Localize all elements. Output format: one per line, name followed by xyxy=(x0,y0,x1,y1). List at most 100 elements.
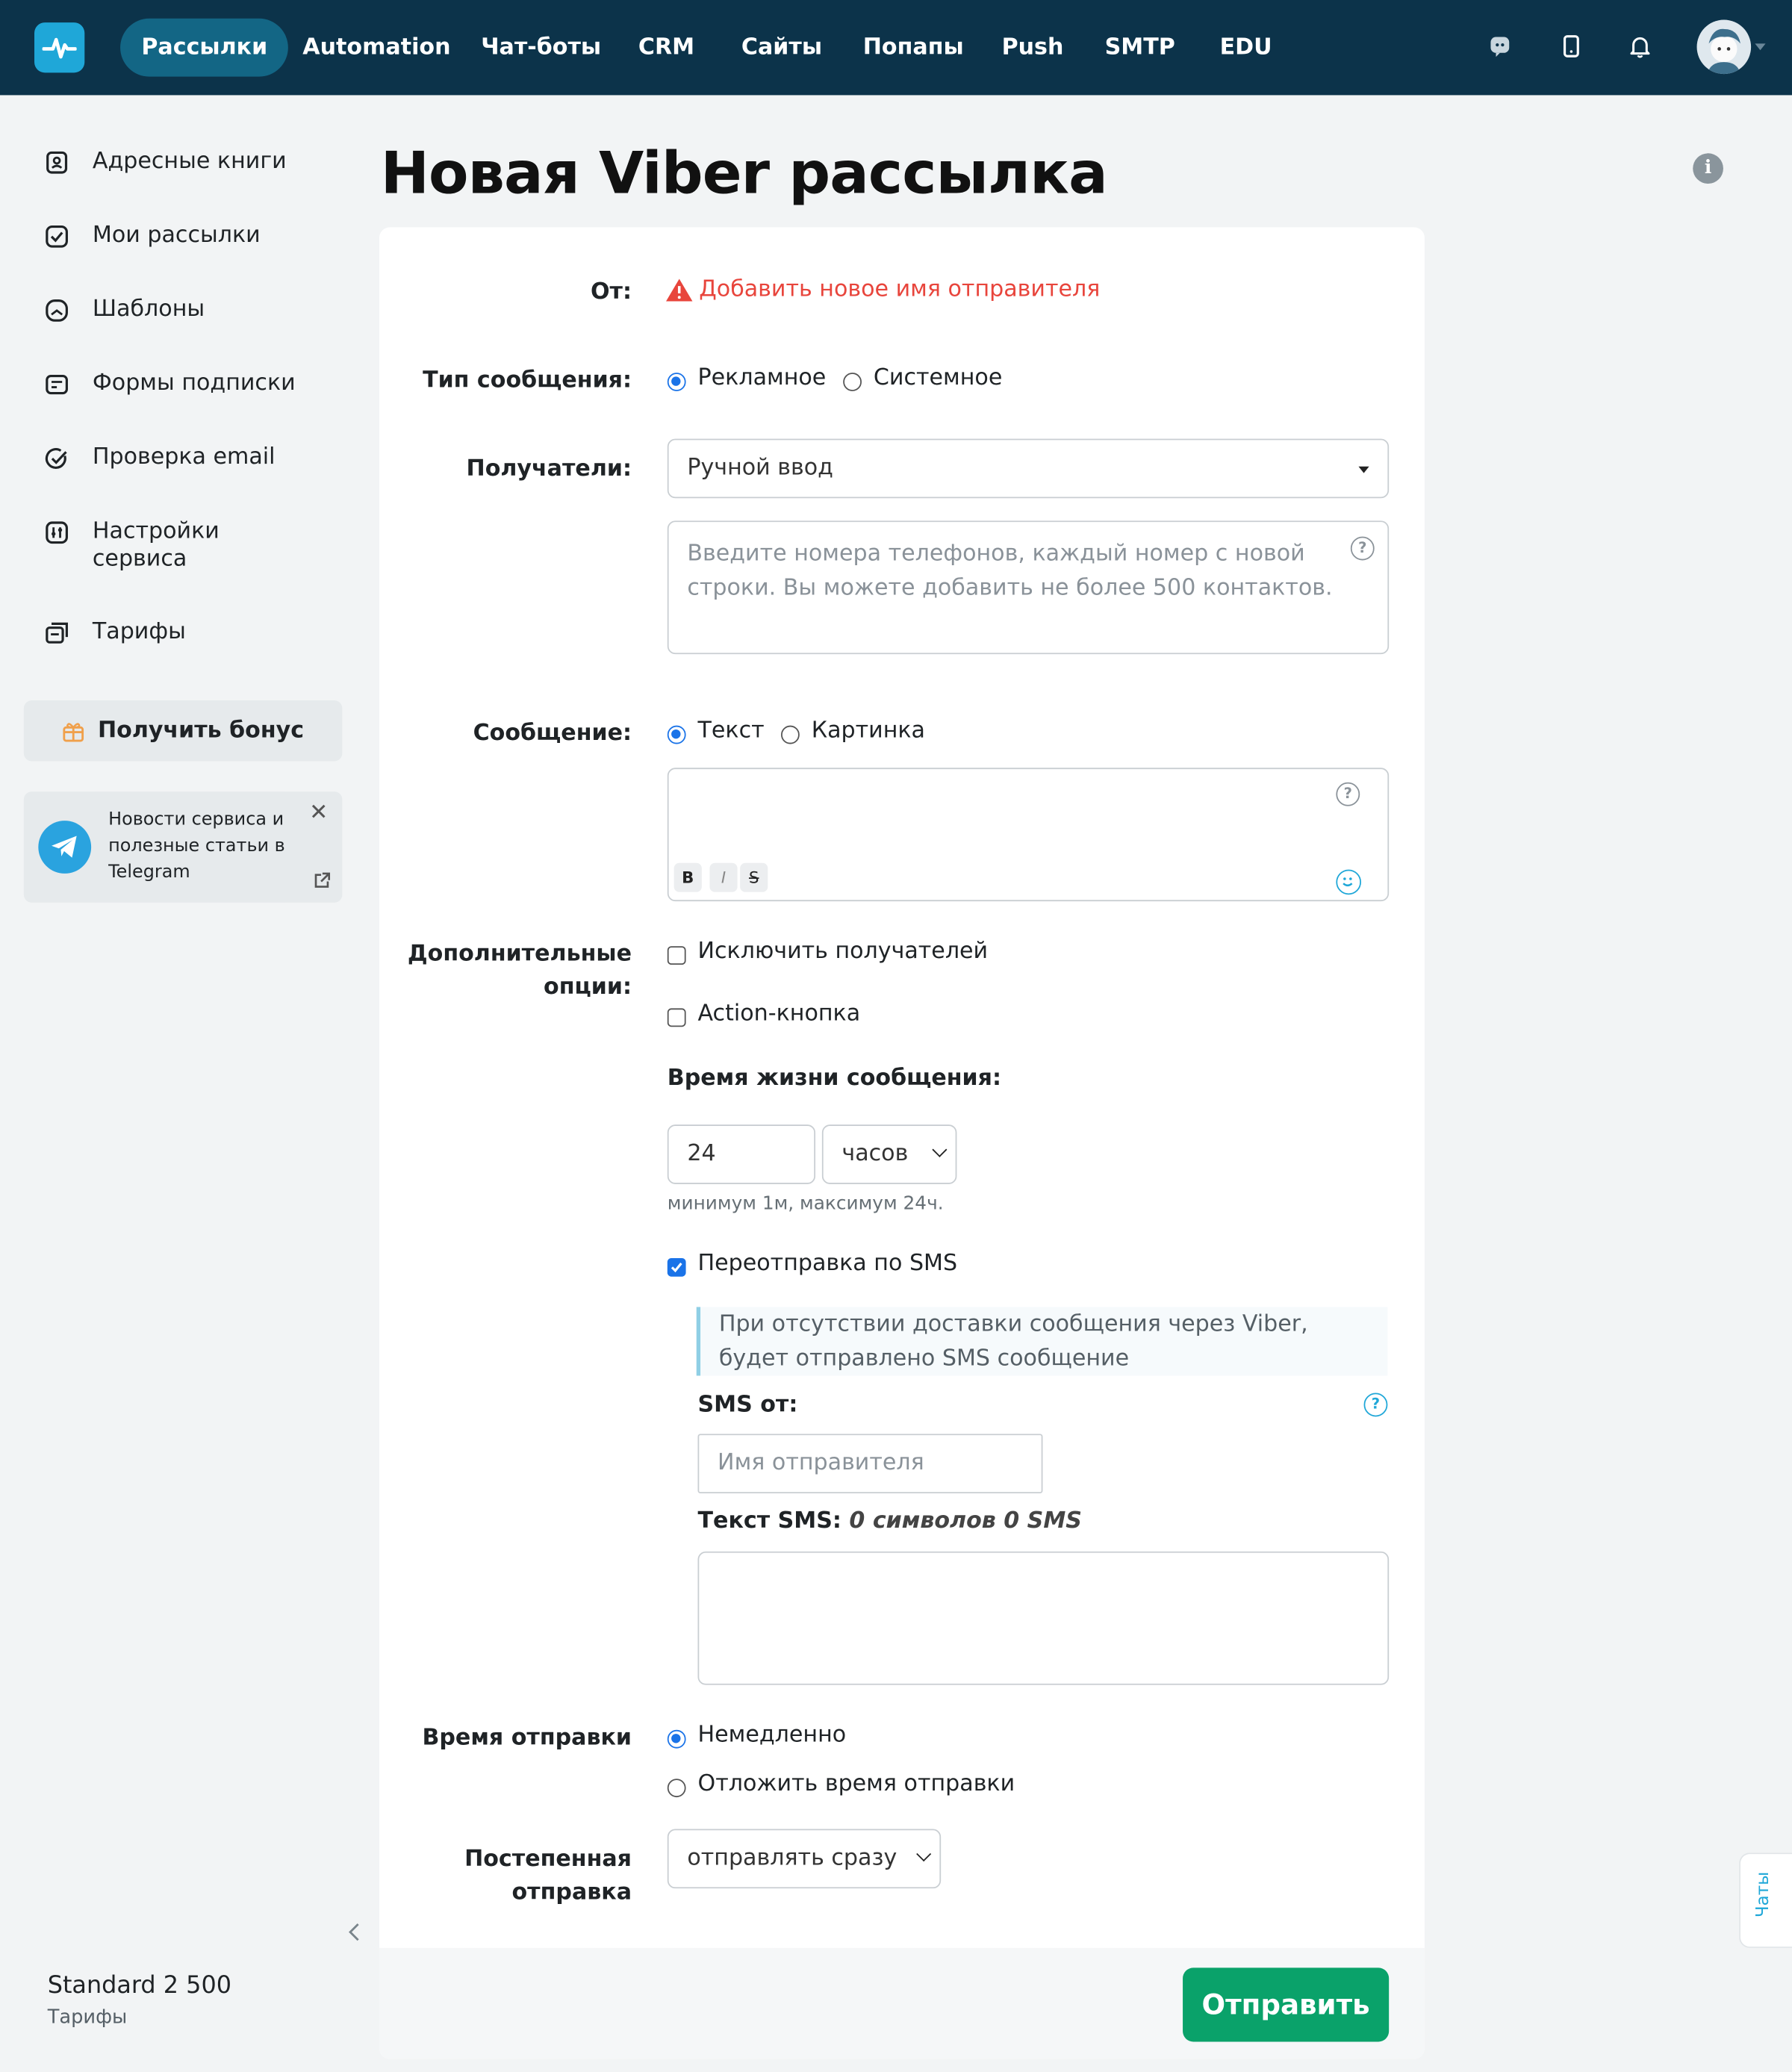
sidebar-item-forms[interactable]: Формы подписки xyxy=(45,370,296,398)
sms-textarea[interactable] xyxy=(697,1551,1390,1685)
send-later-radio[interactable] xyxy=(667,1779,686,1798)
message-text-radio[interactable] xyxy=(667,725,686,744)
exclude-recipients-label[interactable]: Исключить получателей xyxy=(698,939,989,965)
emoji-icon[interactable] xyxy=(1336,869,1361,895)
info-icon[interactable]: i xyxy=(1693,153,1723,184)
send-now-label[interactable]: Немедленно xyxy=(698,1722,847,1748)
recipients-label: Получатели: xyxy=(466,455,632,483)
chevron-down-icon xyxy=(916,1847,932,1862)
ttl-hint: минимум 1м, максимум 24ч. xyxy=(667,1193,944,1215)
nav-smtp[interactable]: SMTP xyxy=(1105,19,1175,77)
recipients-select[interactable]: Ручной ввод xyxy=(667,438,1390,499)
italic-button[interactable]: I xyxy=(709,862,738,892)
email-check-icon xyxy=(45,448,67,469)
resend-note-text: При отсутствии доставки сообщения через … xyxy=(718,1310,1308,1372)
nav-automation[interactable]: Automation xyxy=(302,19,450,77)
chats-tab-label: Чаты xyxy=(1753,1871,1774,1918)
bell-icon[interactable] xyxy=(1625,31,1655,60)
collapse-sidebar-icon[interactable] xyxy=(346,1920,365,1944)
action-button-label[interactable]: Action-кнопка xyxy=(698,1001,861,1027)
get-bonus-button[interactable]: Получить бонус xyxy=(23,700,343,762)
chevron-down-icon[interactable] xyxy=(1755,43,1766,51)
settings-icon xyxy=(46,521,68,544)
phones-textarea[interactable]: Введите номера телефонов, каждый номер с… xyxy=(667,520,1390,655)
close-icon[interactable]: ✕ xyxy=(309,800,328,826)
extra-options-label: Дополнительные опции: xyxy=(407,941,632,1001)
page-title: Новая Viber рассылка xyxy=(380,140,1108,208)
ttl-unit-select[interactable]: часов xyxy=(821,1124,957,1184)
from-warning-text: Добавить новое имя отправителя xyxy=(699,276,1101,303)
help-icon[interactable]: ? xyxy=(1363,1393,1388,1417)
warning-icon xyxy=(666,278,693,301)
bonus-label: Получить бонус xyxy=(97,718,305,744)
type-system-label[interactable]: Системное xyxy=(874,364,1002,391)
sidebar-item-address-books[interactable]: Адресные книги xyxy=(45,148,287,175)
tariffs-icon xyxy=(46,622,68,644)
gradual-send-value: отправлять сразу xyxy=(687,1844,897,1872)
message-image-label[interactable]: Картинка xyxy=(812,718,925,744)
sms-sender-input[interactable]: Имя отправителя xyxy=(697,1434,1043,1493)
telegram-icon xyxy=(38,821,92,874)
ttl-input[interactable]: 24 xyxy=(667,1124,816,1184)
message-image-radio[interactable] xyxy=(781,725,800,744)
exclude-recipients-checkbox[interactable] xyxy=(667,946,686,965)
nav-popups[interactable]: Попапы xyxy=(863,19,964,77)
type-advertising-radio[interactable] xyxy=(667,373,686,391)
sidebar-item-settings[interactable]: Настройки сервиса xyxy=(45,518,251,573)
resend-sms-label[interactable]: Переотправка по SMS xyxy=(698,1250,958,1276)
resend-sms-checkbox[interactable] xyxy=(667,1257,686,1277)
sidebar-item-tariffs[interactable]: Тарифы xyxy=(45,618,186,646)
sidebar-item-label: Формы подписки xyxy=(92,370,296,396)
plan-name: Standard 2 500 xyxy=(47,1971,231,2000)
help-icon[interactable]: ? xyxy=(1336,782,1360,806)
nav-sites[interactable]: Сайты xyxy=(741,19,822,77)
from-label: От: xyxy=(590,279,632,305)
nav-chatbots[interactable]: Чат-боты xyxy=(481,19,601,77)
message-type-label: Тип сообщения: xyxy=(423,367,632,394)
caret-down-icon xyxy=(1358,466,1369,473)
gift-icon xyxy=(63,722,84,741)
strikethrough-button[interactable]: S xyxy=(740,862,768,892)
send-now-radio[interactable] xyxy=(667,1729,686,1749)
type-system-radio[interactable] xyxy=(843,373,862,391)
nav-crm[interactable]: CRM xyxy=(638,19,694,77)
user-avatar[interactable] xyxy=(1696,19,1752,75)
add-sender-link[interactable]: Добавить новое имя отправителя xyxy=(665,276,1100,302)
top-nav-bar: Рассылки Automation Чат-боты CRM Сайты П… xyxy=(0,0,1792,96)
sidebar-item-email-check[interactable]: Проверка email xyxy=(45,444,276,472)
sidebar-item-templates[interactable]: Шаблоны xyxy=(45,296,205,323)
telegram-banner[interactable]: Новости сервиса и полезные статьи в Tele… xyxy=(23,791,343,903)
nav-push[interactable]: Push xyxy=(1002,19,1064,77)
recipients-value: Ручной ввод xyxy=(687,454,833,482)
action-button-checkbox[interactable] xyxy=(667,1008,686,1027)
send-later-label[interactable]: Отложить время отправки xyxy=(698,1771,1015,1797)
chat-icon[interactable] xyxy=(1485,31,1514,60)
message-text-label[interactable]: Текст xyxy=(698,718,765,744)
message-label: Сообщение: xyxy=(473,720,632,747)
external-link-icon[interactable] xyxy=(313,872,331,889)
ttl-unit-value: часов xyxy=(841,1140,909,1167)
sidebar-item-label: Настройки сервиса xyxy=(92,517,220,573)
help-icon[interactable]: ? xyxy=(1350,536,1375,561)
ttl-value: 24 xyxy=(687,1140,716,1167)
sidebar-item-label: Шаблоны xyxy=(92,296,205,323)
bold-button[interactable]: B xyxy=(673,862,702,892)
nav-edu[interactable]: EDU xyxy=(1220,19,1272,77)
type-advertising-label[interactable]: Рекламное xyxy=(698,364,827,391)
message-textarea[interactable] xyxy=(667,768,1390,902)
phones-placeholder: Введите номера телефонов, каждый номер с… xyxy=(687,540,1333,602)
sidebar-item-label: Мои рассылки xyxy=(92,222,261,249)
sidebar-item-label: Проверка email xyxy=(92,444,276,471)
sidebar-item-my-campaigns[interactable]: Мои рассылки xyxy=(45,222,261,249)
chats-tab[interactable]: Чаты xyxy=(1739,1852,1792,1948)
sms-counter: 0 символов 0 SMS xyxy=(849,1508,1082,1534)
plan-tariffs-link[interactable]: Тарифы xyxy=(48,2007,128,2028)
phone-icon[interactable] xyxy=(1557,31,1586,60)
logo-icon[interactable] xyxy=(34,22,85,73)
gradual-send-select[interactable]: отправлять сразу xyxy=(667,1829,942,1889)
campaigns-icon xyxy=(46,225,68,248)
sidebar-item-label: Тарифы xyxy=(92,618,186,645)
send-button[interactable]: Отправить xyxy=(1183,1967,1390,2042)
nav-campaigns[interactable]: Рассылки xyxy=(120,18,289,77)
resend-note: При отсутствии доставки сообщения через … xyxy=(696,1307,1388,1376)
